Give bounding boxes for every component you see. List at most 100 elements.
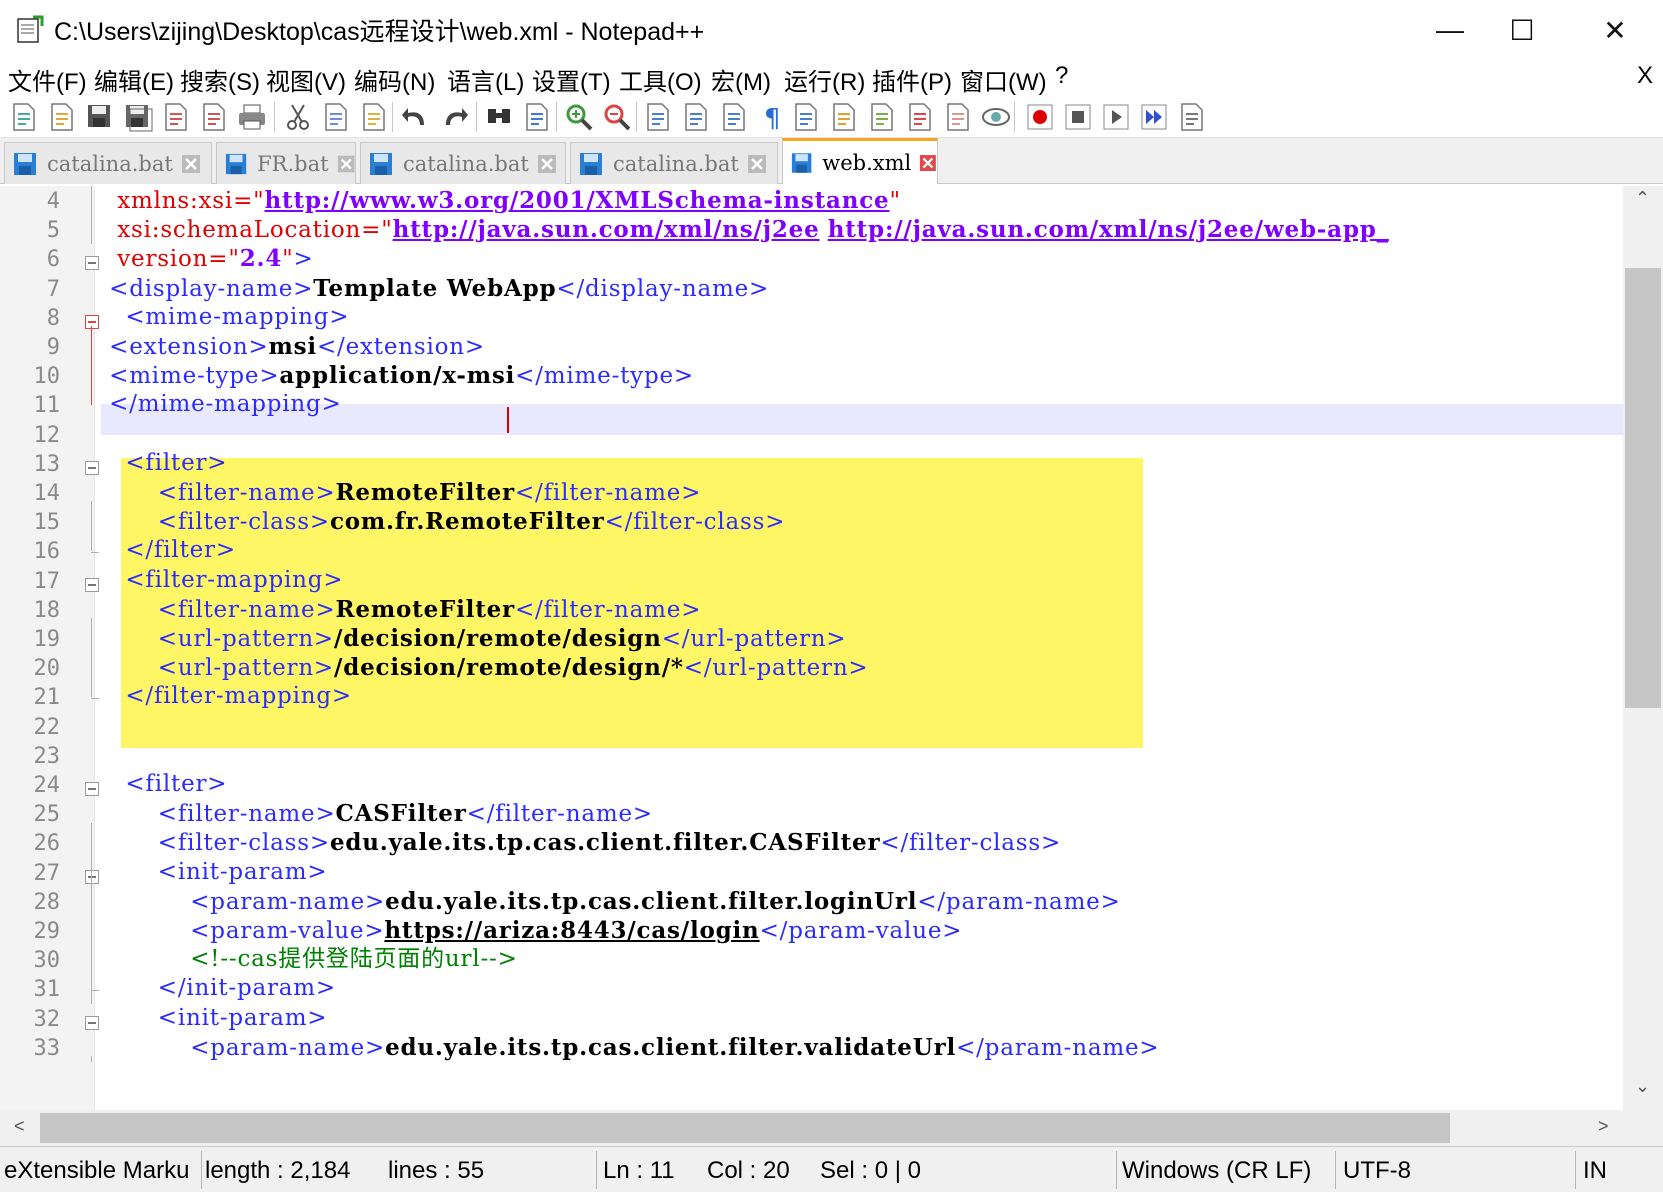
print-icon[interactable] — [236, 101, 268, 133]
code-line[interactable]: <param-name>edu.yale.its.tp.cas.client.f… — [101, 1032, 1159, 1063]
code-editor[interactable]: 4 5 6 7 8 9 10 11 12 13 14 15 16 17 18 19 20 21 22 23 24 25 26… — [0, 186, 1663, 1110]
udl-icon[interactable] — [828, 101, 860, 133]
fold-toggle-icon[interactable] — [85, 1015, 99, 1030]
code-line[interactable]: <filter-name>RemoteFilter</filter-name> — [101, 594, 701, 625]
fold-toggle-icon[interactable] — [85, 460, 99, 475]
tab-close-icon[interactable] — [537, 154, 557, 174]
code-line[interactable]: <filter-mapping> — [101, 565, 343, 596]
close-icon[interactable] — [160, 101, 192, 133]
scroll-right-icon[interactable]: > — [1598, 1116, 1609, 1137]
menu-window[interactable]: 窗口(W) — [960, 62, 1047, 97]
url-link[interactable]: http://java.sun.com/xml/ns/j2ee — [393, 216, 820, 243]
tab-web-xml[interactable]: web.xml — [782, 138, 938, 184]
indent-guide-icon[interactable] — [790, 101, 822, 133]
code-line[interactable]: <mime-mapping> — [101, 302, 349, 333]
menu-edit[interactable]: 编辑(E) — [94, 62, 174, 97]
code-line[interactable]: version="2.4"> — [101, 243, 314, 274]
fold-toggle-icon[interactable] — [85, 577, 99, 592]
close-all-icon[interactable] — [198, 101, 230, 133]
run-macro-multiple-icon[interactable] — [1138, 101, 1170, 133]
code-line[interactable]: <filter> — [101, 769, 227, 800]
save-icon[interactable] — [84, 101, 116, 133]
scroll-up-icon[interactable]: ⌃ — [1635, 188, 1650, 209]
code-line[interactable]: xmlns:xsi="http://www.w3.org/2001/XMLSch… — [101, 186, 901, 216]
code-area[interactable]: xmlns:xsi="http://www.w3.org/2001/XMLSch… — [101, 186, 1623, 1110]
zoom-in-icon[interactable] — [563, 101, 595, 133]
menu-search[interactable]: 搜索(S) — [180, 62, 260, 97]
code-line[interactable]: </mime-mapping> — [101, 389, 342, 420]
vertical-scrollbar[interactable]: ⌃ ⌄ — [1623, 186, 1663, 1110]
tab-close-icon[interactable] — [337, 154, 355, 174]
code-line[interactable]: <url-pattern>/decision/remote/design</ur… — [101, 623, 846, 654]
menu-help[interactable]: ? — [1055, 62, 1068, 90]
code-line[interactable]: <init-param> — [101, 857, 327, 888]
menu-settings[interactable]: 设置(T) — [532, 62, 611, 97]
code-line[interactable]: <extension>msi</extension> — [101, 331, 485, 362]
doc-map-icon[interactable] — [866, 101, 898, 133]
close-window-button[interactable]: ✕ — [1575, 6, 1655, 54]
url-link[interactable]: http://www.w3.org/2001/XMLSchema-instanc… — [265, 187, 890, 214]
copy-icon[interactable] — [320, 101, 352, 133]
new-file-icon[interactable] — [8, 101, 40, 133]
find-icon[interactable] — [483, 101, 515, 133]
code-line[interactable]: </filter-mapping> — [101, 681, 352, 712]
scroll-down-icon[interactable]: ⌄ — [1635, 1076, 1650, 1097]
close-document-button[interactable]: X — [1637, 62, 1653, 90]
fold-toggle-icon[interactable] — [85, 314, 99, 329]
show-all-chars-icon[interactable]: ¶ — [756, 101, 788, 133]
menu-file[interactable]: 文件(F) — [8, 62, 87, 97]
menu-plugins[interactable]: 插件(P) — [872, 62, 952, 97]
code-line[interactable]: <mime-type>application/x-msi</mime-type> — [101, 360, 694, 391]
horizontal-scroll-thumb[interactable] — [40, 1113, 1450, 1143]
code-line[interactable]: xsi:schemaLocation="http://java.sun.com/… — [101, 214, 1389, 245]
play-macro-icon[interactable] — [1100, 101, 1132, 133]
url-link[interactable]: https://ariza:8443/cas/login — [384, 917, 759, 944]
vertical-scroll-thumb[interactable] — [1625, 268, 1661, 708]
code-line[interactable]: <init-param> — [101, 1003, 327, 1034]
function-list-icon[interactable] — [904, 101, 936, 133]
record-macro-icon[interactable] — [1024, 101, 1056, 133]
horizontal-scrollbar[interactable]: < > — [0, 1110, 1623, 1146]
replace-icon[interactable] — [521, 101, 553, 133]
code-line[interactable]: <filter> — [101, 448, 227, 479]
menu-view[interactable]: 视图(V) — [266, 62, 346, 97]
tab-close-icon[interactable] — [747, 154, 767, 174]
menu-macro[interactable]: 宏(M) — [711, 62, 771, 97]
code-line[interactable]: <filter-class>com.fr.RemoteFilter</filte… — [101, 506, 785, 537]
url-link[interactable]: http://java.sun.com/xml/ns/j2ee/web-app_ — [828, 216, 1389, 243]
code-line[interactable]: <param-name>edu.yale.its.tp.cas.client.f… — [101, 886, 1121, 917]
undo-icon[interactable] — [400, 101, 432, 133]
minimize-button[interactable]: — — [1410, 6, 1490, 54]
menu-encoding[interactable]: 编码(N) — [354, 62, 435, 97]
code-line[interactable]: <filter-class>edu.yale.its.tp.cas.client… — [101, 827, 1061, 858]
tab-close-icon[interactable] — [181, 154, 201, 174]
open-file-icon[interactable] — [46, 101, 78, 133]
folder-as-workspace-icon[interactable] — [942, 101, 974, 133]
sync-horizontal-icon[interactable] — [680, 101, 712, 133]
fold-toggle-icon[interactable] — [85, 256, 99, 271]
zoom-out-icon[interactable] — [601, 101, 633, 133]
tab-catalina-bat-3[interactable]: catalina.bat — [570, 142, 778, 184]
code-line[interactable]: <param-value>https://ariza:8443/cas/logi… — [101, 915, 962, 946]
fold-toggle-icon[interactable] — [85, 782, 99, 796]
code-line[interactable]: <filter-name>RemoteFilter</filter-name> — [101, 477, 701, 508]
tab-close-icon[interactable] — [919, 153, 937, 173]
save-all-icon[interactable] — [122, 101, 154, 133]
tab-catalina-bat-1[interactable]: catalina.bat — [4, 142, 212, 184]
code-line[interactable]: <url-pattern>/decision/remote/design/*</… — [101, 652, 869, 683]
code-line[interactable]: <display-name>Template WebApp</display-n… — [101, 273, 769, 304]
scroll-left-icon[interactable]: < — [14, 1116, 25, 1137]
save-macro-icon[interactable] — [1176, 101, 1208, 133]
fold-toggle-icon[interactable] — [85, 869, 99, 884]
menu-tools[interactable]: 工具(O) — [619, 62, 702, 97]
code-line[interactable]: </filter> — [101, 535, 236, 566]
redo-icon[interactable] — [438, 101, 470, 133]
cut-icon[interactable] — [282, 101, 314, 133]
tab-catalina-bat-2[interactable]: catalina.bat — [360, 142, 566, 184]
tab-fr-bat[interactable]: FR.bat — [216, 142, 356, 184]
maximize-button[interactable]: ☐ — [1482, 6, 1562, 54]
monitoring-icon[interactable] — [980, 101, 1012, 133]
menu-run[interactable]: 运行(R) — [784, 62, 865, 97]
code-line[interactable]: </init-param> — [101, 973, 336, 1004]
code-line[interactable]: <!--cas提供登陆页面的url--> — [101, 944, 518, 975]
